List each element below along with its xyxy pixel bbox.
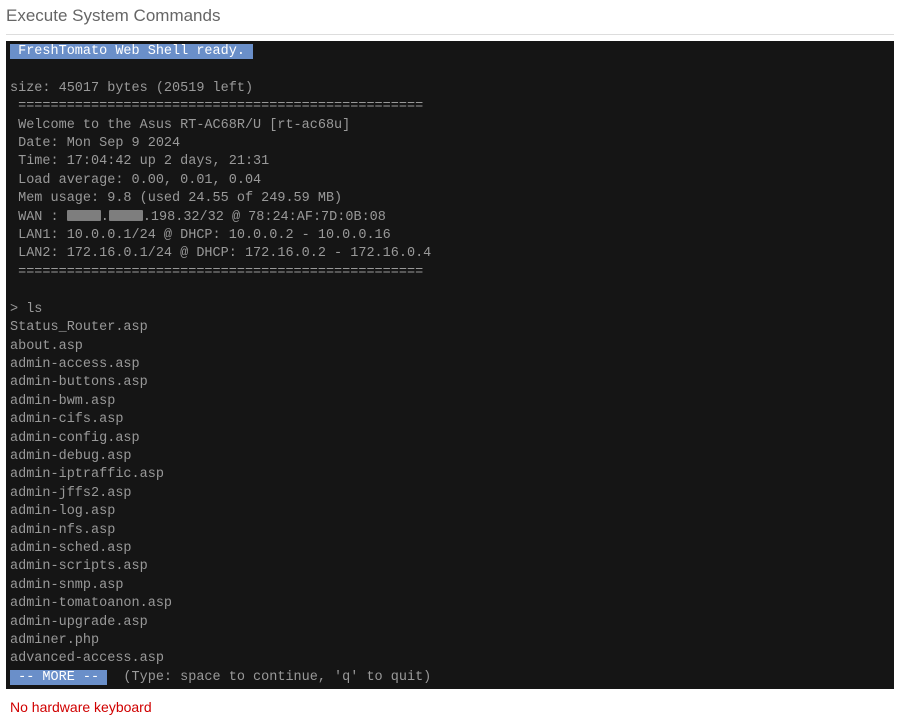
lan2-line: LAN2: 172.16.0.1/24 @ DHCP: 172.16.0.2 -…: [8, 245, 892, 263]
file-entry: admin-nfs.asp: [8, 522, 892, 540]
terminal-output[interactable]: FreshTomato Web Shell ready. size: 45017…: [6, 41, 894, 689]
file-entry: admin-debug.asp: [8, 448, 892, 466]
file-entry: admin-log.asp: [8, 503, 892, 521]
date-line: Date: Mon Sep 9 2024: [8, 135, 892, 153]
file-entry: admin-upgrade.asp: [8, 614, 892, 632]
wan-line: WAN : ..198.32/32 @ 78:24:AF:7D:0B:08: [8, 209, 892, 227]
redacted-ip: [109, 210, 143, 221]
file-entry: admin-snmp.asp: [8, 577, 892, 595]
file-entry: admin-cifs.asp: [8, 411, 892, 429]
file-entry: advanced-access.asp: [8, 650, 892, 668]
load-line: Load average: 0.00, 0.01, 0.04: [8, 172, 892, 190]
file-entry: admin-jffs2.asp: [8, 485, 892, 503]
divider: [6, 34, 894, 35]
redacted-ip: [67, 210, 101, 221]
file-entry: admin-buttons.asp: [8, 374, 892, 392]
file-entry: admin-iptraffic.asp: [8, 466, 892, 484]
banner-divider: ========================================…: [8, 264, 892, 282]
page-title: Execute System Commands: [6, 2, 894, 30]
file-entry: Status_Router.asp: [8, 319, 892, 337]
banner-divider: ========================================…: [8, 98, 892, 116]
file-entry: about.asp: [8, 338, 892, 356]
no-keyboard-message: No hardware keyboard: [6, 689, 894, 715]
more-hint: (Type: space to continue, 'q' to quit): [107, 670, 431, 685]
lan1-line: LAN1: 10.0.0.1/24 @ DHCP: 10.0.0.2 - 10.…: [8, 227, 892, 245]
file-entry: admin-tomatoanon.asp: [8, 595, 892, 613]
file-entry: admin-sched.asp: [8, 540, 892, 558]
command-prompt: > ls: [8, 301, 892, 319]
file-entry: admin-access.asp: [8, 356, 892, 374]
file-entry: admin-config.asp: [8, 430, 892, 448]
file-entry: admin-bwm.asp: [8, 393, 892, 411]
mem-line: Mem usage: 9.8 (used 24.55 of 249.59 MB): [8, 190, 892, 208]
time-line: Time: 17:04:42 up 2 days, 21:31: [8, 153, 892, 171]
more-pager[interactable]: -- MORE --: [10, 670, 107, 685]
file-entry: admin-scripts.asp: [8, 558, 892, 576]
welcome-line: Welcome to the Asus RT-AC68R/U [rt-ac68u…: [8, 117, 892, 135]
file-list: Status_Router.aspabout.aspadmin-access.a…: [8, 319, 892, 669]
shell-ready-banner: FreshTomato Web Shell ready.: [10, 44, 253, 59]
file-entry: adminer.php: [8, 632, 892, 650]
size-line: size: 45017 bytes (20519 left): [8, 80, 892, 98]
